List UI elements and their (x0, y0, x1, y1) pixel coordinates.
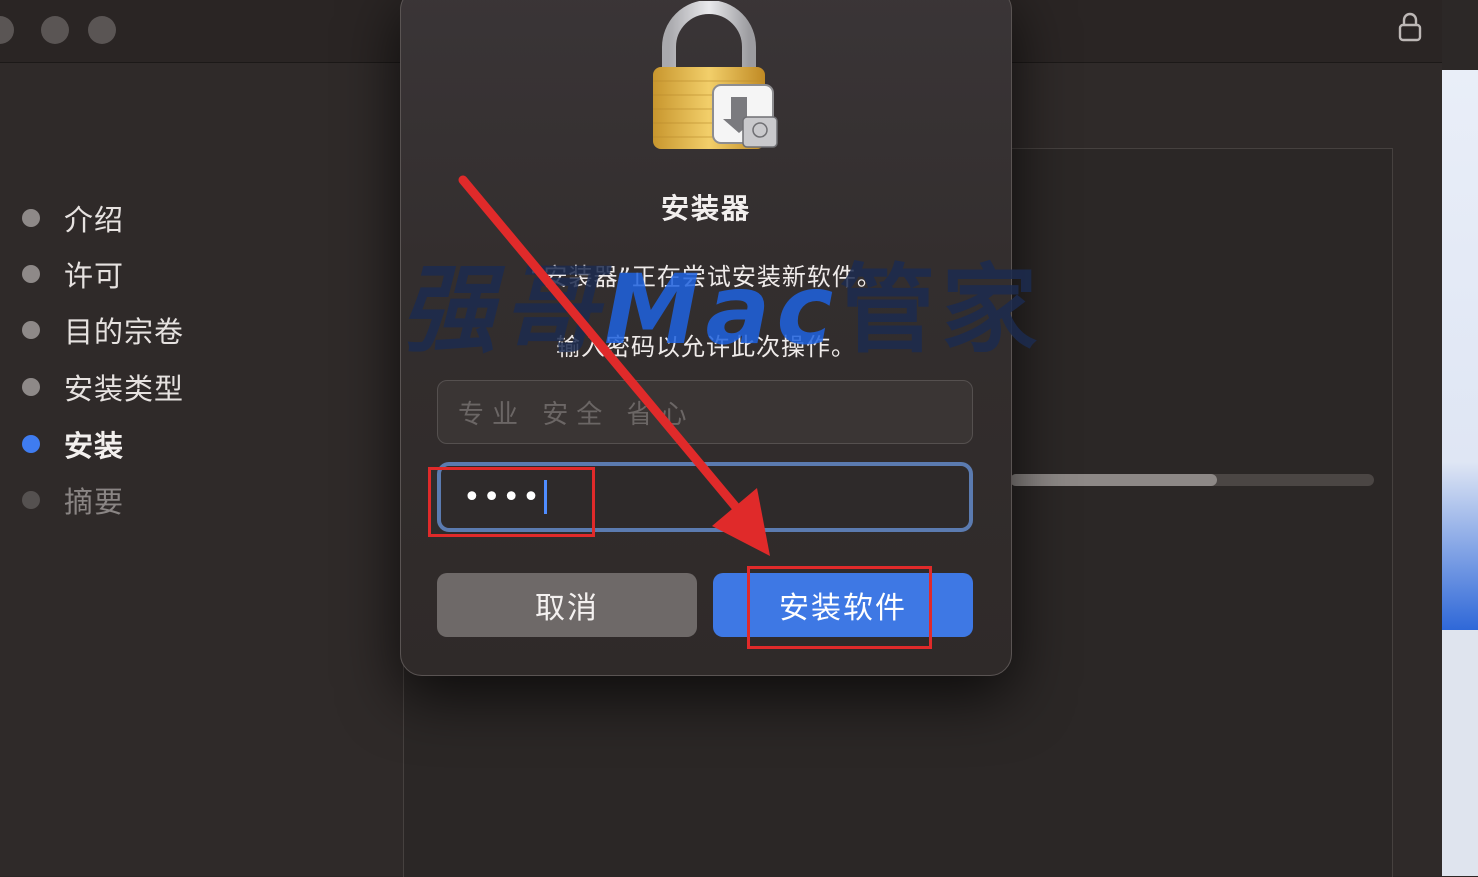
background-window-edge (1442, 0, 1478, 70)
step-label: 目的宗卷 (64, 315, 185, 349)
username-value: 专业 安全 省心 (458, 399, 695, 430)
password-highlight-box (428, 467, 595, 537)
step-install-type: 安装类型 (22, 367, 184, 407)
progress-fill (1010, 474, 1218, 486)
step-label: 许可 (64, 259, 125, 293)
desktop-edge (1442, 70, 1478, 630)
lock-icon (1398, 12, 1422, 42)
step-license: 许可 (22, 254, 124, 294)
step-dot (22, 435, 40, 453)
install-button-highlight-box (747, 566, 932, 649)
close-window-button[interactable] (0, 16, 14, 44)
step-dot (22, 378, 40, 396)
desktop-edge-bottom (1442, 630, 1478, 876)
step-label: 摘要 (64, 485, 125, 519)
dialog-message: “安装器”正在尝试安装新软件。 (530, 263, 882, 291)
steps-sidebar: 介绍 许可 目的宗卷 安装类型 安装 摘要 (0, 62, 400, 876)
step-introduction: 介绍 (22, 198, 124, 238)
cancel-button[interactable]: 取消 (437, 573, 697, 637)
zoom-window-button[interactable] (88, 16, 116, 44)
username-field[interactable]: 专业 安全 省心 (437, 380, 973, 444)
install-progress-bar (1010, 474, 1374, 486)
step-dot (22, 321, 40, 339)
step-dot (22, 265, 40, 283)
dialog-title: 安装器 (660, 192, 751, 225)
step-label: 安装类型 (64, 372, 185, 406)
step-summary: 摘要 (22, 480, 124, 520)
installer-lock-icon (653, 1, 778, 149)
step-install: 安装 (22, 424, 124, 464)
step-dot (22, 491, 40, 509)
step-destination: 目的宗卷 (22, 310, 184, 350)
minimize-window-button[interactable] (41, 16, 69, 44)
step-label: 安装 (64, 429, 125, 463)
step-dot (22, 209, 40, 227)
dialog-instruction: 输入密码以允许此次操作。 (556, 333, 856, 361)
step-label: 介绍 (64, 203, 125, 237)
